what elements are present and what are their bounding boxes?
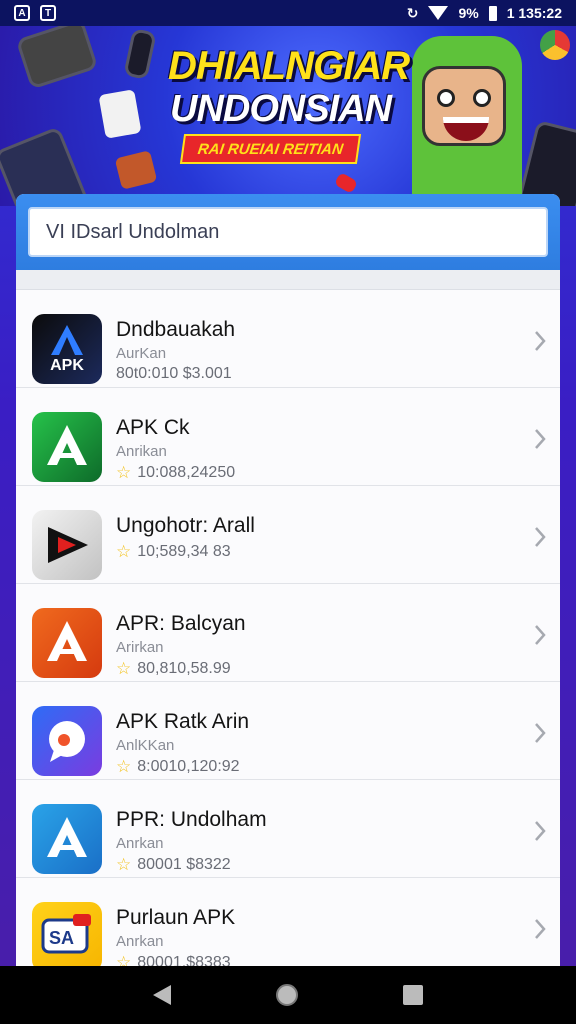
home-icon[interactable] — [275, 984, 298, 1006]
pill-illustration — [333, 171, 359, 195]
chevron-right-icon[interactable] — [534, 820, 546, 842]
app-meta-text: 8:0010,120:92 — [137, 758, 240, 775]
recents-icon[interactable] — [403, 985, 424, 1005]
back-icon[interactable] — [152, 985, 171, 1005]
banner-ribbon: RAI RUEIAI REITIAN — [179, 134, 362, 164]
mascot-illustration — [392, 26, 532, 206]
star-icon: ☆ — [116, 757, 132, 776]
search-bar-container: VI IDsarl Undolman — [16, 194, 560, 270]
battery-percent: 9% — [458, 5, 479, 21]
star-icon: ☆ — [116, 855, 132, 874]
app-meta-text: 10;589,34 83 — [137, 543, 231, 560]
sync-icon: ↻ — [406, 4, 419, 21]
banner-title-line2: UNDONSIAN — [170, 88, 392, 130]
star-icon: ☆ — [116, 542, 132, 561]
app-name: Dndbauakah — [116, 318, 236, 341]
sa-label: SA — [49, 928, 74, 948]
chevron-right-icon[interactable] — [534, 428, 546, 450]
app-name: APK Ck — [116, 416, 190, 439]
list-item[interactable]: APK Dndbauakah AurKan 80t0:010 $3.001 — [16, 290, 560, 388]
app-meta-text: 80001 $8322 — [137, 856, 231, 873]
apk-orange-icon — [32, 608, 102, 678]
chevron-right-icon[interactable] — [534, 330, 546, 352]
app-grid-illustration — [98, 89, 142, 139]
list-item[interactable]: APK Ratk Arin AnlKKan ☆ 8:0010,120:92 — [16, 682, 560, 780]
chevron-right-icon[interactable] — [534, 526, 546, 548]
app-meta: 80t0:010 $3.001 — [116, 365, 232, 383]
chevron-right-icon[interactable] — [534, 624, 546, 646]
app-name: APK Ratk Arin — [116, 710, 250, 733]
navigation-bar — [0, 966, 576, 1024]
chevron-right-icon[interactable] — [534, 722, 546, 744]
status-right: ↻ 9% 1 135:22 — [407, 5, 562, 22]
app-meta-text: 10:088,24250 — [137, 464, 236, 481]
app-name: Ungohotr: Arall — [116, 514, 255, 537]
wifi-icon — [428, 6, 449, 20]
app-developer: Anrkan — [116, 933, 164, 950]
chat-bubble-icon — [32, 706, 102, 776]
battery-icon — [488, 5, 497, 21]
list-item[interactable]: Ungohotr: Arall ☆ 10;589,34 83 — [16, 486, 560, 584]
promo-banner[interactable]: DHIALNGIAR UNDONSIAN RAI RUEIAI REITIAN — [0, 26, 576, 206]
app-meta: ☆ 80001 $8322 — [116, 855, 231, 875]
list-item[interactable]: APR: Balcyan Arirkan ☆ 80,810,58.99 — [16, 584, 560, 682]
app-developer: Anrkan — [116, 835, 164, 852]
play-triangle-icon — [32, 510, 102, 580]
app-meta: ☆ 8:0010,120:92 — [116, 757, 240, 777]
status-left-icons: A T — [14, 5, 56, 21]
chevron-right-icon[interactable] — [534, 918, 546, 940]
apk-black-icon: APK — [32, 314, 102, 384]
sa-yellow-icon: SA — [32, 902, 102, 972]
app-developer: AnlKKan — [116, 737, 175, 754]
star-icon: ☆ — [116, 463, 132, 482]
box-illustration — [114, 150, 158, 190]
app-developer: AurKan — [116, 345, 167, 362]
app-meta-text: 80,810,58.99 — [137, 660, 231, 677]
app-list: APK Dndbauakah AurKan 80t0:010 $3.001 APK Ck… — [16, 290, 560, 974]
list-item[interactable]: APK Ck Anrikan ☆ 10:088,24250 — [16, 388, 560, 486]
app-meta-text: 80t0:010 $3.001 — [116, 365, 232, 382]
status-time: 1 135:22 — [506, 5, 562, 21]
app-meta: ☆ 80,810,58.99 — [116, 659, 231, 679]
app-meta: ☆ 10;589,34 83 — [116, 542, 231, 562]
apk-green-icon — [32, 412, 102, 482]
app-meta: ☆ 10:088,24250 — [116, 463, 235, 483]
chrome-icon — [540, 30, 570, 60]
apk-label: APK — [50, 357, 84, 374]
app-name: Purlaun APK — [116, 906, 236, 929]
list-item[interactable]: SA Purlaun APK Anrkan ☆ 80001,$8383 — [16, 878, 560, 974]
phone-illustration — [123, 28, 157, 80]
notification-icon: T — [40, 5, 56, 21]
screen: A T ↻ 9% 1 135:22 DHIALNGIAR UNDONSIAN R… — [0, 0, 576, 1024]
app-name: APR: Balcyan — [116, 612, 246, 635]
apk-blue-icon — [32, 804, 102, 874]
app-name: PPR: Undolham — [116, 808, 267, 831]
list-item[interactable]: PPR: Undolham Anrkan ☆ 80001 $8322 — [16, 780, 560, 878]
status-bar: A T ↻ 9% 1 135:22 — [0, 0, 576, 26]
search-input[interactable]: VI IDsarl Undolman — [28, 207, 548, 257]
app-developer: Anrikan — [116, 443, 167, 460]
phone-illustration — [15, 26, 99, 90]
filter-strip — [16, 270, 560, 290]
app-list-card: VI IDsarl Undolman APK Dndbauakah AurKan 80… — [16, 194, 560, 974]
app-developer: Arirkan — [116, 639, 164, 656]
notification-icon: A — [14, 5, 30, 21]
banner-title-line1: DHIALNGIAR — [168, 44, 410, 88]
star-icon: ☆ — [116, 659, 132, 678]
